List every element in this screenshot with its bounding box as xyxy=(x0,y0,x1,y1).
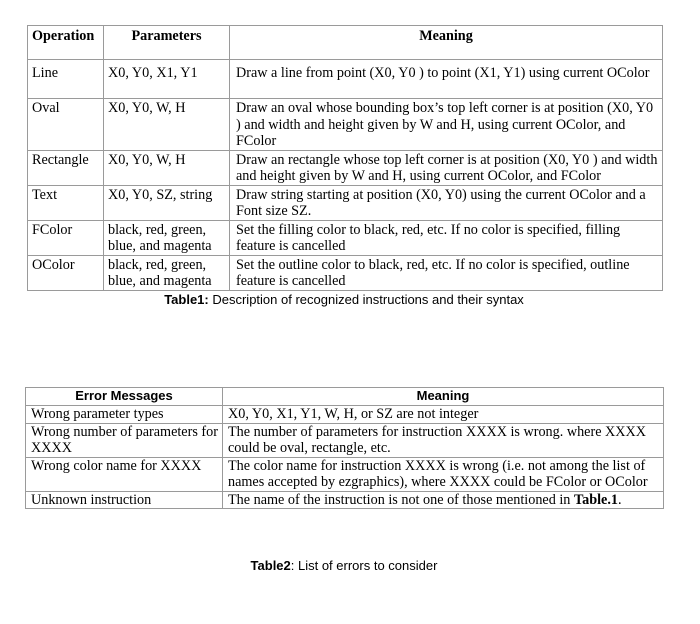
meaning-prefix: The name of the instruction is not one o… xyxy=(228,491,574,508)
table-row: Wrong number of parameters for XXXX The … xyxy=(25,422,664,458)
parameters-cell: black, red, green, blue, and magenta xyxy=(103,254,230,291)
meaning-cell: The name of the instruction is not one o… xyxy=(222,490,664,509)
operation-cell: Text xyxy=(27,184,104,221)
table-row: Oval X0, Y0, W, H Draw an oval whose bou… xyxy=(27,98,663,151)
parameters-cell: X0, Y0, X1, Y1 xyxy=(103,59,230,99)
parameters-cell: X0, Y0, SZ, string xyxy=(103,184,230,221)
caption-label: Table1: xyxy=(164,292,209,307)
table-row: Line X0, Y0, X1, Y1 Draw a line from poi… xyxy=(27,59,663,99)
meaning-cell: Draw an oval whose bounding box’s top le… xyxy=(229,98,663,151)
parameters-cell: X0, Y0, W, H xyxy=(103,98,230,151)
header-operation: Operation xyxy=(27,25,104,60)
instructions-table: Operation Parameters Meaning Line X0, Y0… xyxy=(27,25,663,291)
table2-caption: Table2: List of errors to consider xyxy=(0,558,694,573)
header-meaning: Meaning xyxy=(222,387,664,406)
parameters-cell: black, red, green, blue, and magenta xyxy=(103,219,230,256)
meaning-suffix: . xyxy=(617,491,622,508)
meaning-cell: The color name for instruction XXXX is w… xyxy=(222,456,664,492)
header-error-messages: Error Messages xyxy=(25,387,223,406)
meaning-cell: X0, Y0, X1, Y1, W, H, or SZ are not inte… xyxy=(222,405,664,424)
operation-cell: Rectangle xyxy=(27,149,104,186)
meaning-cell: Set the filling color to black, red, etc… xyxy=(229,219,663,256)
operation-cell: FColor xyxy=(27,219,104,256)
meaning-cell: The number of parameters for instruction… xyxy=(222,422,664,458)
operation-cell: Line xyxy=(27,59,104,99)
table-header-row: Operation Parameters Meaning xyxy=(27,25,663,60)
operation-cell: OColor xyxy=(27,254,104,291)
table-row: Text X0, Y0, SZ, string Draw string star… xyxy=(27,184,663,221)
error-message-cell: Unknown instruction xyxy=(25,490,223,509)
caption-text: Description of recognized instructions a… xyxy=(208,292,524,307)
error-message-cell: Wrong color name for XXXX xyxy=(25,456,223,492)
parameters-cell: X0, Y0, W, H xyxy=(103,149,230,186)
meaning-cell: Draw string starting at position (X0, Y0… xyxy=(229,184,663,221)
caption-text: : List of errors to consider xyxy=(290,558,438,573)
table-reference: Table.1 xyxy=(573,491,618,508)
table-row: Wrong parameter types X0, Y0, X1, Y1, W,… xyxy=(25,405,664,424)
table-header-row: Error Messages Meaning xyxy=(25,387,664,406)
header-parameters: Parameters xyxy=(103,25,230,60)
error-message-cell: Wrong parameter types xyxy=(25,405,223,424)
table-row: Rectangle X0, Y0, W, H Draw an rectangle… xyxy=(27,149,663,186)
errors-table: Error Messages Meaning Wrong parameter t… xyxy=(25,387,664,509)
table-row: FColor black, red, green, blue, and mage… xyxy=(27,219,663,256)
table-row: OColor black, red, green, blue, and mage… xyxy=(27,254,663,291)
meaning-cell: Draw an rectangle whose top left corner … xyxy=(229,149,663,186)
table-row: Wrong color name for XXXX The color name… xyxy=(25,456,664,492)
table1-caption: Table1: Description of recognized instru… xyxy=(0,292,694,307)
caption-label: Table2 xyxy=(250,558,291,573)
table-row: Unknown instruction The name of the inst… xyxy=(25,490,664,509)
meaning-cell: Draw a line from point (X0, Y0 ) to poin… xyxy=(229,59,663,99)
error-message-cell: Wrong number of parameters for XXXX xyxy=(25,422,223,458)
meaning-cell: Set the outline color to black, red, etc… xyxy=(229,254,663,291)
operation-cell: Oval xyxy=(27,98,104,151)
header-meaning: Meaning xyxy=(229,25,663,60)
